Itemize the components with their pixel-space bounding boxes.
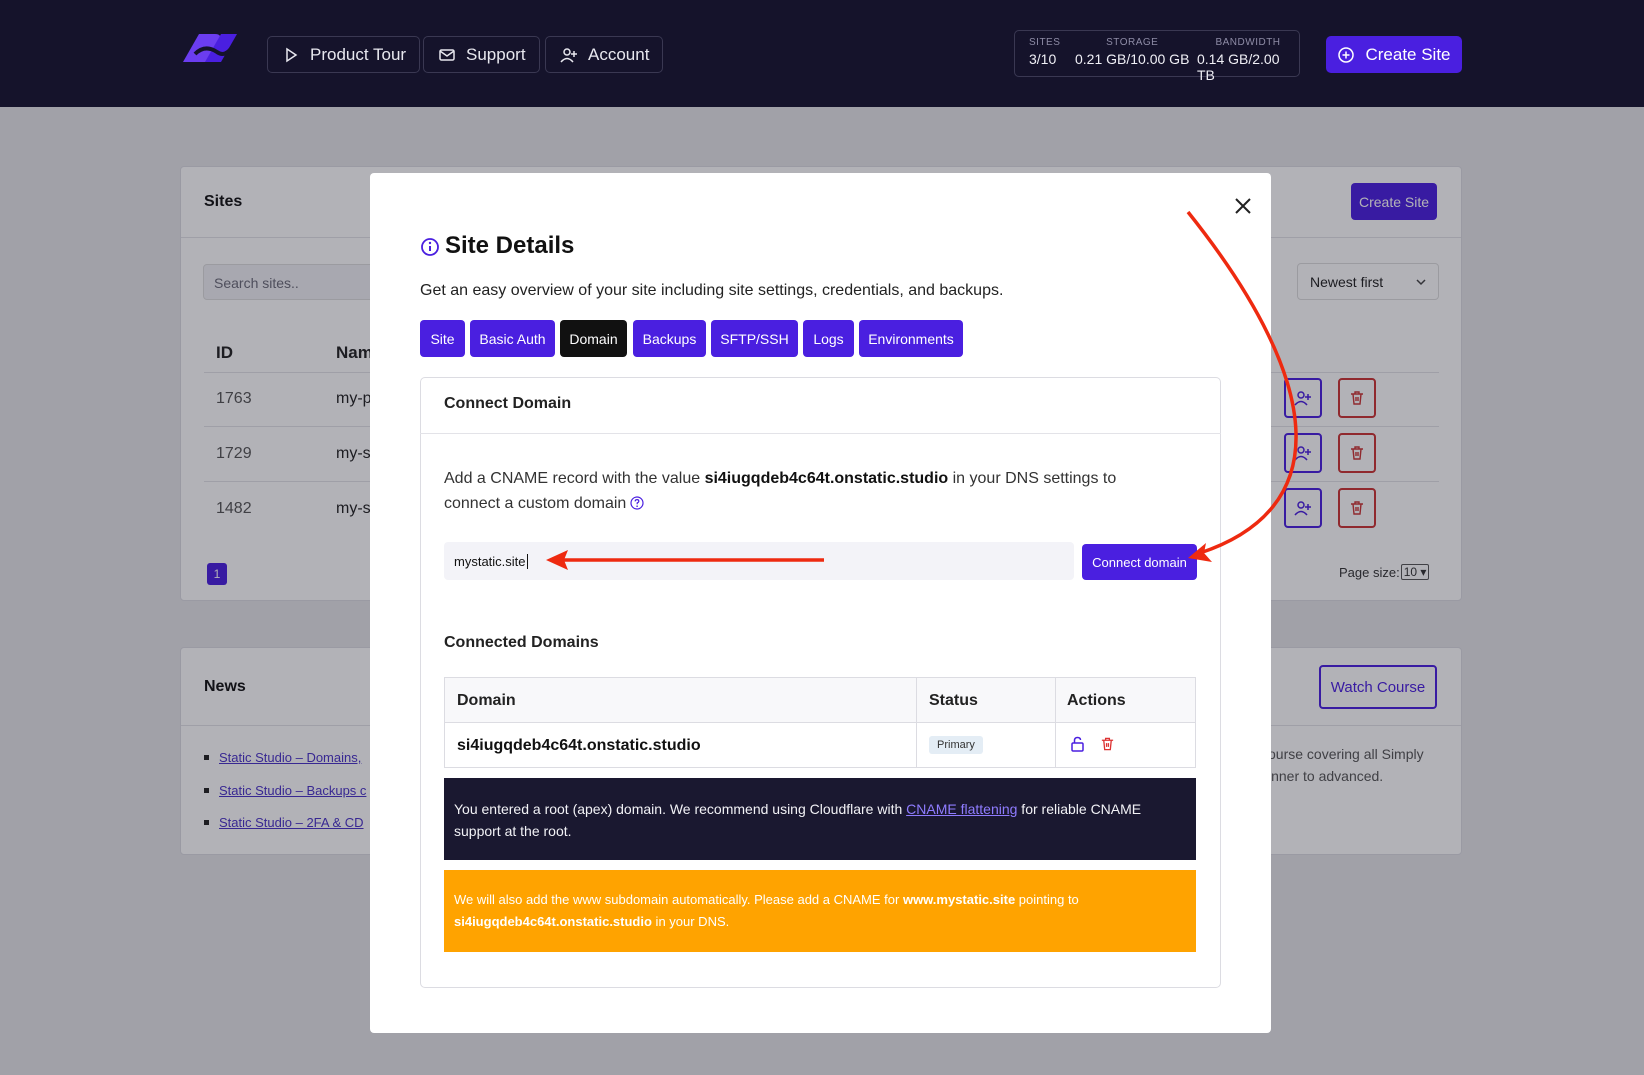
www-subdomain-alert: We will also add the www subdomain autom… <box>444 870 1196 952</box>
product-tour-button[interactable]: Product Tour <box>267 36 421 73</box>
support-button[interactable]: Support <box>423 36 540 73</box>
mail-icon <box>439 48 455 61</box>
trash-icon[interactable] <box>1100 736 1115 752</box>
user-plus-icon <box>560 47 577 63</box>
plus-circle-icon <box>1338 46 1355 63</box>
account-button[interactable]: Account <box>545 36 664 73</box>
domain-input[interactable]: mystatic.site <box>444 542 1074 580</box>
connected-domains-title: Connected Domains <box>444 634 599 651</box>
tab-site[interactable]: Site <box>420 320 465 357</box>
tab-logs[interactable]: Logs <box>803 320 854 357</box>
lock-icon[interactable] <box>1070 736 1085 753</box>
status-badge: Primary <box>929 736 983 754</box>
col-status: Status <box>929 692 978 709</box>
stat-bandwidth: BANDWIDTH 0.14 GB/2.00 TB <box>1197 37 1281 83</box>
tab-backups[interactable]: Backups <box>633 320 706 357</box>
tab-sftp-ssh[interactable]: SFTP/SSH <box>711 320 798 357</box>
create-site-button[interactable]: Create Site <box>1326 36 1462 73</box>
cname-instructions: Add a CNAME record with the value si4iug… <box>444 470 1117 512</box>
support-label: Support <box>466 44 526 64</box>
modal-subtitle: Get an easy overview of your site includ… <box>420 282 1004 299</box>
apex-domain-alert: You entered a root (apex) domain. We rec… <box>444 778 1196 860</box>
tab-domain[interactable]: Domain <box>560 320 627 357</box>
account-label: Account <box>588 44 650 64</box>
stat-sites: SITES 3/10 <box>1029 37 1061 67</box>
modal-title: Site Details <box>445 232 575 259</box>
cname-flattening-link[interactable]: CNAME flattening <box>906 801 1017 817</box>
tab-environments[interactable]: Environments <box>859 320 963 357</box>
logo-icon[interactable] <box>181 32 239 64</box>
info-icon <box>421 238 439 256</box>
col-domain: Domain <box>457 692 516 709</box>
panel-title: Connect Domain <box>444 395 572 412</box>
tab-basic-auth[interactable]: Basic Auth <box>470 320 555 357</box>
connected-domains-table: Domain Status Actions si4iugqdeb4c64t.on… <box>444 677 1196 768</box>
connect-domain-button[interactable]: Connect domain <box>1082 544 1197 580</box>
play-icon <box>286 47 298 62</box>
usage-stats: SITES 3/10 STORAGE 0.21 GB/10.00 GB BAND… <box>1014 30 1300 83</box>
cname-value: si4iugqdeb4c64t.onstatic.studio <box>704 470 949 487</box>
product-tour-label: Product Tour <box>310 44 407 64</box>
close-icon[interactable] <box>1232 195 1254 217</box>
top-bar: Product Tour Support Account SITES 3/10 … <box>0 0 1644 107</box>
domain-name: si4iugqdeb4c64t.onstatic.studio <box>457 737 701 754</box>
stat-storage: STORAGE 0.21 GB/10.00 GB <box>1075 37 1190 67</box>
col-actions: Actions <box>1067 692 1126 709</box>
help-icon[interactable] <box>630 496 644 510</box>
